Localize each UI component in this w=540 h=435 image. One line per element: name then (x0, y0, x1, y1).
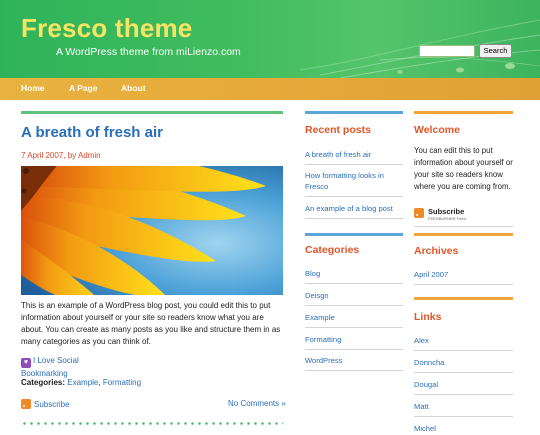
link-item[interactable]: Dougal (414, 379, 438, 390)
social-label-1[interactable]: I Love Social (33, 356, 79, 365)
divider (305, 370, 403, 371)
post-title[interactable]: A breath of fresh air (21, 124, 163, 141)
links-title: Links (414, 311, 442, 323)
header-swirl-decoration (299, 19, 540, 78)
post-body: This is an example of a WordPress blog p… (21, 301, 281, 346)
subscribe-label[interactable]: Subscribe (34, 400, 70, 409)
post-categories: Categories: Example, Formatting (21, 378, 142, 387)
divider (414, 350, 513, 351)
feedburner-subscribe-badge[interactable]: Subscribe FEEDBURNER Feed (414, 207, 466, 221)
category-item[interactable]: Example (305, 312, 335, 323)
rss-icon (21, 399, 31, 409)
heart-icon: ♥ (21, 358, 31, 368)
nav-item-about[interactable]: About (121, 83, 146, 93)
archive-item[interactable]: April 2007 (414, 269, 448, 280)
post-by: , by (63, 151, 78, 160)
welcome-title: Welcome (414, 124, 460, 136)
archives-rule (414, 233, 513, 236)
recent-posts-title: Recent posts (305, 124, 371, 136)
divider (414, 416, 513, 417)
archives-title: Archives (414, 245, 459, 257)
category-item[interactable]: Deisgn (305, 290, 329, 301)
link-item[interactable]: Donncha (414, 357, 444, 368)
divider (305, 327, 403, 328)
divider (305, 218, 403, 219)
links-rule (414, 297, 513, 300)
search-button[interactable]: Search (479, 44, 512, 58)
divider (305, 164, 403, 165)
site-header: Fresco theme A WordPress theme from miLi… (0, 0, 540, 78)
content-top-rule (21, 111, 283, 114)
post-separator (21, 422, 283, 425)
divider (414, 226, 513, 227)
category-item[interactable]: Formatting (305, 334, 341, 345)
social-label-2[interactable]: Bookmarking (21, 369, 68, 378)
rss-icon (414, 208, 424, 218)
link-item[interactable]: Matt (414, 401, 429, 412)
comments-link[interactable]: No Comments » (228, 399, 286, 408)
categories-label: Categories: (21, 378, 66, 387)
site-tagline: A WordPress theme from miLienzo.com (56, 46, 241, 58)
badge-label[interactable]: Subscribe (428, 207, 464, 216)
recent-post-item[interactable]: An example of a blog post (305, 203, 393, 214)
recent-post-item[interactable]: How formatting looks in (305, 170, 384, 181)
categories-title: Categories (305, 244, 360, 256)
main-nav: Home A Page About (0, 78, 540, 100)
divider (414, 372, 513, 373)
post-meta: 7 April 2007, by Admin (21, 151, 101, 160)
recent-post-item-cont[interactable]: Fresco (305, 181, 328, 192)
category-link-formatting[interactable]: Formatting (103, 378, 141, 387)
nav-item-home[interactable]: Home (21, 83, 45, 93)
sunflower-illustration (21, 166, 283, 295)
post-author[interactable]: Admin (78, 151, 101, 160)
nav-item-a-page[interactable]: A Page (69, 83, 98, 93)
category-link-example[interactable]: Example (67, 378, 98, 387)
divider (414, 394, 513, 395)
site-title[interactable]: Fresco theme (21, 13, 192, 44)
post-image-sunflower (21, 166, 283, 295)
divider (414, 284, 513, 285)
category-item[interactable]: Blog (305, 268, 320, 279)
recent-post-item[interactable]: A breath of fresh air (305, 149, 371, 160)
link-item[interactable]: Alex (414, 335, 429, 346)
post-date: 7 April 2007 (21, 151, 64, 160)
welcome-rule (414, 111, 513, 114)
welcome-text: You can edit this to put information abo… (414, 146, 513, 191)
post-subscribe-link[interactable]: Subscribe (21, 399, 70, 409)
category-item[interactable]: WordPress (305, 355, 342, 366)
divider (305, 305, 403, 306)
divider (305, 349, 403, 350)
search-input[interactable] (419, 45, 475, 57)
social-bookmark-link[interactable]: ♥ I Love Social Bookmarking (21, 355, 79, 379)
recent-posts-rule (305, 111, 403, 114)
divider (305, 283, 403, 284)
link-item[interactable]: Michel (414, 423, 436, 434)
badge-sublabel: FEEDBURNER Feed (428, 216, 466, 221)
categories-rule (305, 233, 403, 236)
divider (305, 196, 403, 197)
